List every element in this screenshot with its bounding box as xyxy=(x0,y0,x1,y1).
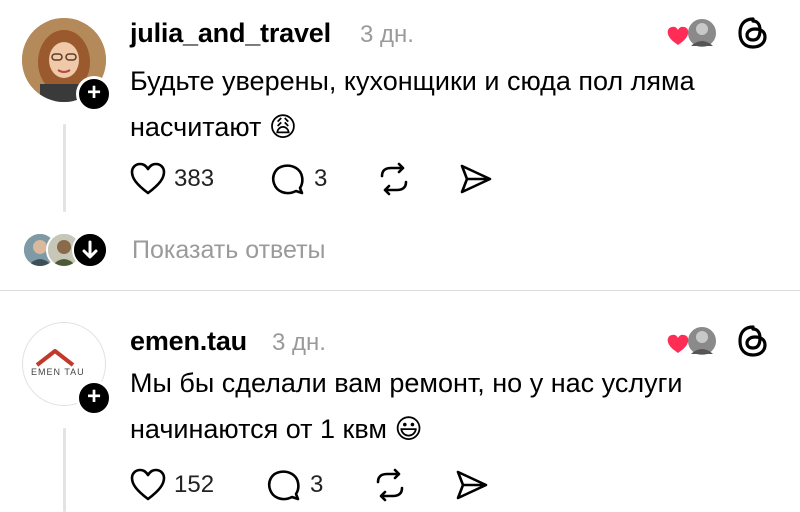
like-button[interactable]: 152 xyxy=(130,468,214,502)
comment-text: Будьте уверены, кухонщики и сюда пол лям… xyxy=(130,58,780,150)
chevron-down-icon[interactable] xyxy=(72,232,108,268)
smiley-emoji: 😃 xyxy=(394,414,423,444)
liker-avatars[interactable] xyxy=(664,16,718,50)
show-replies-link[interactable]: Показать ответы xyxy=(132,236,326,265)
like-count: 152 xyxy=(174,471,215,498)
comment-icon xyxy=(271,164,304,195)
threads-icon[interactable] xyxy=(736,16,770,50)
username[interactable]: emen.tau xyxy=(130,326,247,357)
reply-count: 3 xyxy=(310,471,324,498)
share-icon xyxy=(460,164,492,194)
threads-icon[interactable] xyxy=(736,324,770,358)
repost-button[interactable] xyxy=(372,468,408,502)
comment-post: + julia_and_travel 3 дн. Будьте уверены,… xyxy=(0,0,800,290)
thread-line xyxy=(63,124,66,212)
comment-post: EMEN TAU + emen.tau 3 дн. Мы бы сделали … xyxy=(0,292,800,512)
share-button[interactable] xyxy=(458,162,494,196)
comment-text-body: Будьте уверены, кухонщики и сюда пол лям… xyxy=(130,66,695,142)
post-time: 3 дн. xyxy=(360,21,414,48)
heart-icon xyxy=(130,468,166,501)
repost-icon xyxy=(380,162,408,196)
repost-button[interactable] xyxy=(376,162,412,196)
share-button[interactable] xyxy=(454,468,490,502)
thread-line xyxy=(63,428,66,512)
comment-icon xyxy=(267,470,300,501)
like-button[interactable]: 383 xyxy=(130,162,214,196)
heart-icon xyxy=(130,162,166,195)
liker-avatars[interactable] xyxy=(664,324,718,358)
comment-text: Мы бы сделали вам ремонт, но у нас услуг… xyxy=(130,360,780,452)
follow-plus-icon[interactable]: + xyxy=(76,380,112,416)
reply-button[interactable]: 3 xyxy=(266,468,323,502)
divider xyxy=(0,290,800,291)
reply-button[interactable]: 3 xyxy=(270,162,327,196)
follow-plus-icon[interactable]: + xyxy=(76,76,112,112)
avatar[interactable]: + xyxy=(22,18,112,112)
weary-face-emoji: 😩 xyxy=(268,112,298,142)
post-time: 3 дн. xyxy=(272,329,326,356)
logo-text: EMEN TAU xyxy=(31,367,85,377)
share-icon xyxy=(456,470,488,500)
show-replies-row[interactable]: Показать ответы xyxy=(22,232,522,268)
reply-count: 3 xyxy=(314,165,328,192)
like-count: 383 xyxy=(174,165,215,192)
username[interactable]: julia_and_travel xyxy=(130,18,331,49)
avatar[interactable]: EMEN TAU + xyxy=(22,322,112,416)
repost-icon xyxy=(376,468,404,502)
